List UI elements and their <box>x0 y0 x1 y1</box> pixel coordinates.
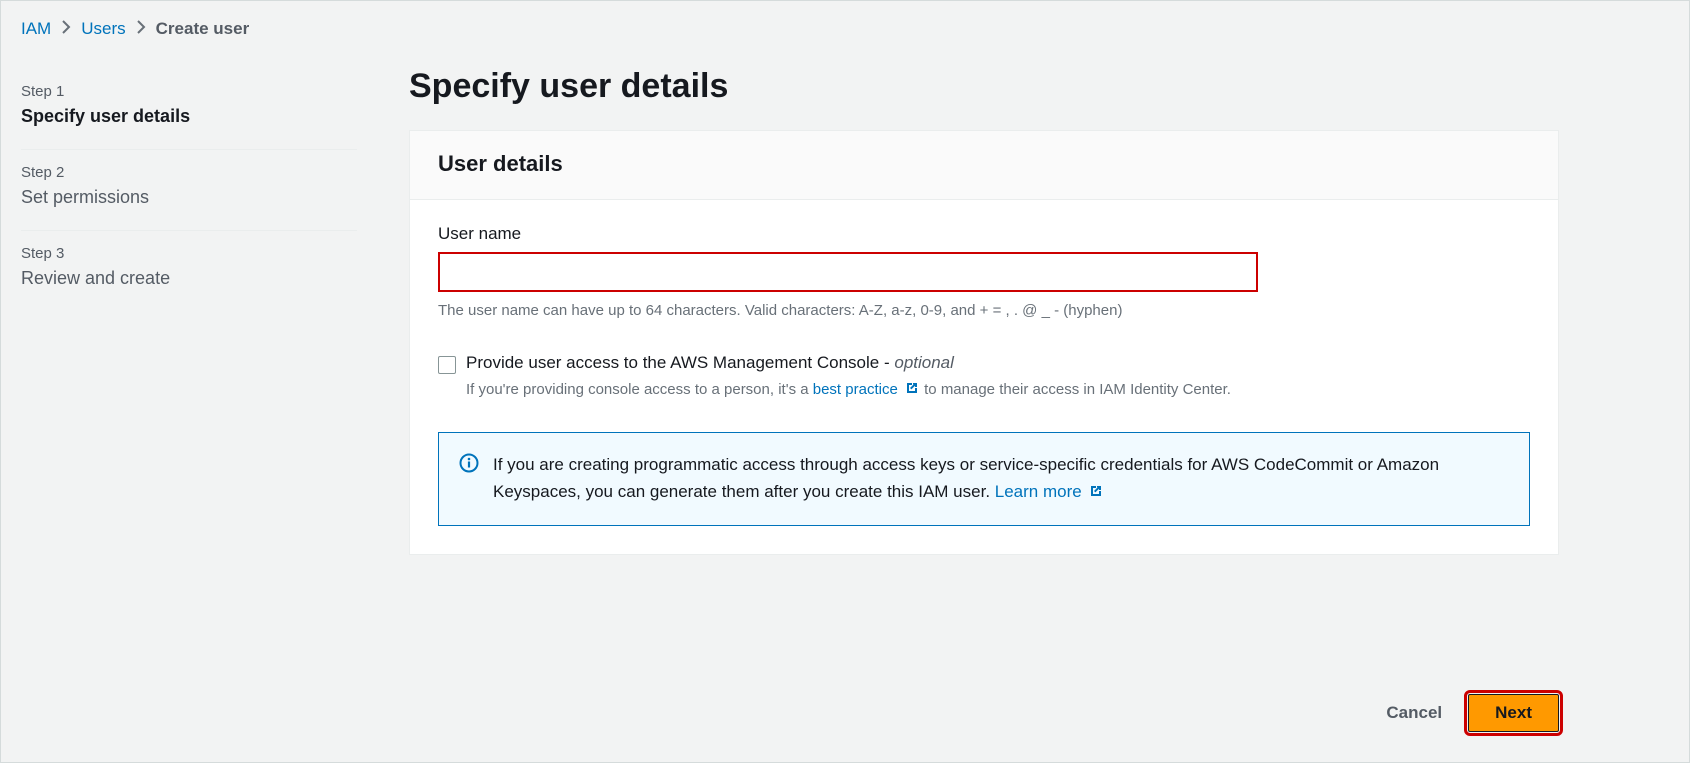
next-button[interactable]: Next <box>1468 694 1559 732</box>
checkbox-desc-suffix: to manage their access in IAM Identity C… <box>920 381 1231 398</box>
console-access-checkbox-row: Provide user access to the AWS Managemen… <box>438 353 1530 404</box>
wizard-step-2[interactable]: Step 2 Set permissions <box>21 150 357 231</box>
step-label: Step 2 <box>21 164 357 181</box>
main-content: Specify user details User details User n… <box>381 59 1689 664</box>
info-icon <box>459 453 479 507</box>
cancel-button[interactable]: Cancel <box>1382 695 1446 731</box>
username-hint: The user name can have up to 64 characte… <box>438 302 1530 319</box>
learn-more-link[interactable]: Learn more <box>995 482 1105 501</box>
checkbox-description: If you're providing console access to a … <box>466 379 1231 404</box>
checkbox-content: Provide user access to the AWS Managemen… <box>466 353 1231 404</box>
console-access-checkbox[interactable] <box>438 356 456 374</box>
external-link-icon <box>904 380 920 404</box>
app-frame: IAM Users Create user Step 1 Specify use… <box>0 0 1690 763</box>
wizard-footer: Cancel Next <box>1 664 1689 762</box>
username-input[interactable] <box>438 252 1258 292</box>
checkbox-label-main: Provide user access to the AWS Managemen… <box>466 353 894 372</box>
breadcrumb-current: Create user <box>156 19 250 39</box>
username-label: User name <box>438 224 1530 244</box>
info-text-container: If you are creating programmatic access … <box>493 451 1509 507</box>
step-label: Step 3 <box>21 245 357 262</box>
wizard-step-3[interactable]: Step 3 Review and create <box>21 231 357 311</box>
step-title: Specify user details <box>21 106 357 127</box>
step-label: Step 1 <box>21 83 357 100</box>
info-text: If you are creating programmatic access … <box>493 455 1439 501</box>
best-practice-link[interactable]: best practice <box>813 381 920 398</box>
wizard-step-1[interactable]: Step 1 Specify user details <box>21 69 357 150</box>
breadcrumb-link-users[interactable]: Users <box>81 19 125 39</box>
info-box: If you are creating programmatic access … <box>438 432 1530 526</box>
user-details-panel: User details User name The user name can… <box>409 130 1559 555</box>
panel-header: User details <box>410 131 1558 200</box>
page-title: Specify user details <box>409 59 1559 130</box>
checkbox-label: Provide user access to the AWS Managemen… <box>466 353 1231 373</box>
panel-title: User details <box>438 151 1530 177</box>
chevron-right-icon <box>61 20 71 38</box>
checkbox-label-optional: optional <box>894 353 954 372</box>
external-link-icon <box>1088 480 1104 507</box>
step-title: Set permissions <box>21 187 357 208</box>
chevron-right-icon <box>136 20 146 38</box>
breadcrumb-link-iam[interactable]: IAM <box>21 19 51 39</box>
wizard-steps-sidebar: Step 1 Specify user details Step 2 Set p… <box>1 59 381 664</box>
breadcrumb: IAM Users Create user <box>1 1 1689 49</box>
checkbox-desc-prefix: If you're providing console access to a … <box>466 381 813 398</box>
panel-body: User name The user name can have up to 6… <box>410 200 1558 554</box>
main-layout: Step 1 Specify user details Step 2 Set p… <box>1 49 1689 664</box>
step-title: Review and create <box>21 268 357 289</box>
